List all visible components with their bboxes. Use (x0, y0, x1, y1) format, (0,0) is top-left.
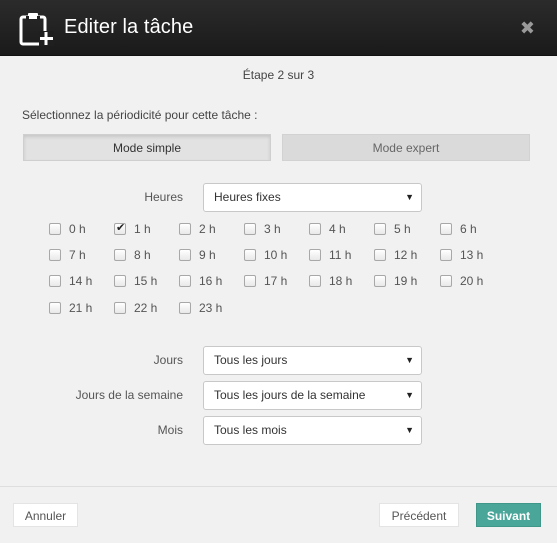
months-select[interactable]: Tous les mois ▼ (203, 416, 422, 445)
hour-label: 21 h (69, 301, 93, 315)
days-label: Jours (153, 353, 183, 367)
checkbox-unchecked[interactable] (179, 249, 191, 261)
hour-label: 5 h (394, 222, 411, 236)
hour-label: 16 h (199, 274, 223, 288)
checkbox-unchecked[interactable] (374, 223, 386, 235)
checkbox-unchecked[interactable] (374, 249, 386, 261)
clipboard-add-icon (19, 13, 54, 46)
checkbox-unchecked[interactable] (440, 223, 452, 235)
hour-label: 18 h (329, 274, 353, 288)
checkbox-unchecked[interactable] (309, 275, 321, 287)
hour-label: 1 h (134, 222, 151, 236)
checkbox-unchecked[interactable] (49, 275, 61, 287)
checkbox-unchecked[interactable] (114, 249, 126, 261)
hour-label: 14 h (69, 274, 93, 288)
checkbox-unchecked[interactable] (49, 249, 61, 261)
checkbox-unchecked[interactable] (309, 249, 321, 261)
checkbox-unchecked[interactable] (440, 275, 452, 287)
weekdays-label: Jours de la semaine (75, 388, 183, 402)
checkbox-unchecked[interactable] (179, 223, 191, 235)
hour-label: 11 h (329, 248, 352, 262)
previous-button[interactable]: Précédent (379, 503, 459, 527)
hour-label: 17 h (264, 274, 288, 288)
hour-label: 2 h (199, 222, 216, 236)
step-indicator: Étape 2 sur 3 (242, 68, 315, 82)
dialog-titlebar: Editer la tâche ✖ (0, 0, 557, 56)
hours-label: Heures (144, 190, 183, 204)
hour-label: 22 h (134, 301, 158, 315)
checkbox-unchecked[interactable] (49, 223, 61, 235)
checkbox-unchecked[interactable] (374, 275, 386, 287)
hour-label: 0 h (69, 222, 86, 236)
hour-label: 3 h (264, 222, 281, 236)
hour-label: 7 h (69, 248, 86, 262)
months-label: Mois (157, 423, 183, 437)
cancel-button[interactable]: Annuler (13, 503, 78, 527)
checkbox-unchecked[interactable] (179, 302, 191, 314)
hour-label: 23 h (199, 301, 223, 315)
checkbox-checked[interactable] (114, 221, 126, 235)
dialog-title: Editer la tâche (64, 16, 194, 38)
caret-down-icon: ▼ (405, 192, 414, 202)
close-icon[interactable]: ✖ (520, 19, 535, 37)
hour-label: 12 h (394, 248, 418, 262)
checkbox-unchecked[interactable] (114, 275, 126, 287)
dialog-body: Étape 2 sur 3 Sélectionnez la périodicit… (0, 56, 557, 486)
hour-label: 9 h (199, 248, 216, 262)
checkbox-unchecked[interactable] (49, 302, 61, 314)
caret-down-icon: ▼ (405, 390, 414, 400)
hour-label: 10 h (264, 248, 288, 262)
days-select[interactable]: Tous les jours ▼ (203, 346, 422, 375)
mode-expert-button[interactable]: Mode expert (282, 134, 530, 161)
hour-label: 6 h (460, 222, 477, 236)
hours-select[interactable]: Heures fixes ▼ (203, 183, 422, 212)
checkbox-unchecked[interactable] (244, 249, 256, 261)
checkbox-unchecked[interactable] (244, 223, 256, 235)
checkbox-unchecked[interactable] (440, 249, 452, 261)
days-select-value: Tous les jours (214, 353, 288, 367)
hour-label: 20 h (460, 274, 484, 288)
next-button[interactable]: Suivant (476, 503, 541, 527)
checkbox-unchecked[interactable] (114, 302, 126, 314)
weekdays-select-value: Tous les jours de la semaine (214, 388, 366, 402)
checkbox-unchecked[interactable] (309, 223, 321, 235)
mode-simple-button[interactable]: Mode simple (23, 134, 271, 161)
checkbox-unchecked[interactable] (244, 275, 256, 287)
months-select-value: Tous les mois (214, 423, 287, 437)
hour-label: 19 h (394, 274, 418, 288)
dialog-footer: Annuler Précédent Suivant (0, 486, 557, 543)
periodicity-prompt: Sélectionnez la périodicité pour cette t… (22, 108, 258, 122)
weekdays-select[interactable]: Tous les jours de la semaine ▼ (203, 381, 422, 410)
hour-label: 8 h (134, 248, 151, 262)
hours-select-value: Heures fixes (214, 190, 281, 204)
hour-label: 4 h (329, 222, 346, 236)
caret-down-icon: ▼ (405, 425, 414, 435)
hour-label: 15 h (134, 274, 158, 288)
hour-label: 13 h (460, 248, 484, 262)
caret-down-icon: ▼ (405, 355, 414, 365)
checkbox-unchecked[interactable] (179, 275, 191, 287)
